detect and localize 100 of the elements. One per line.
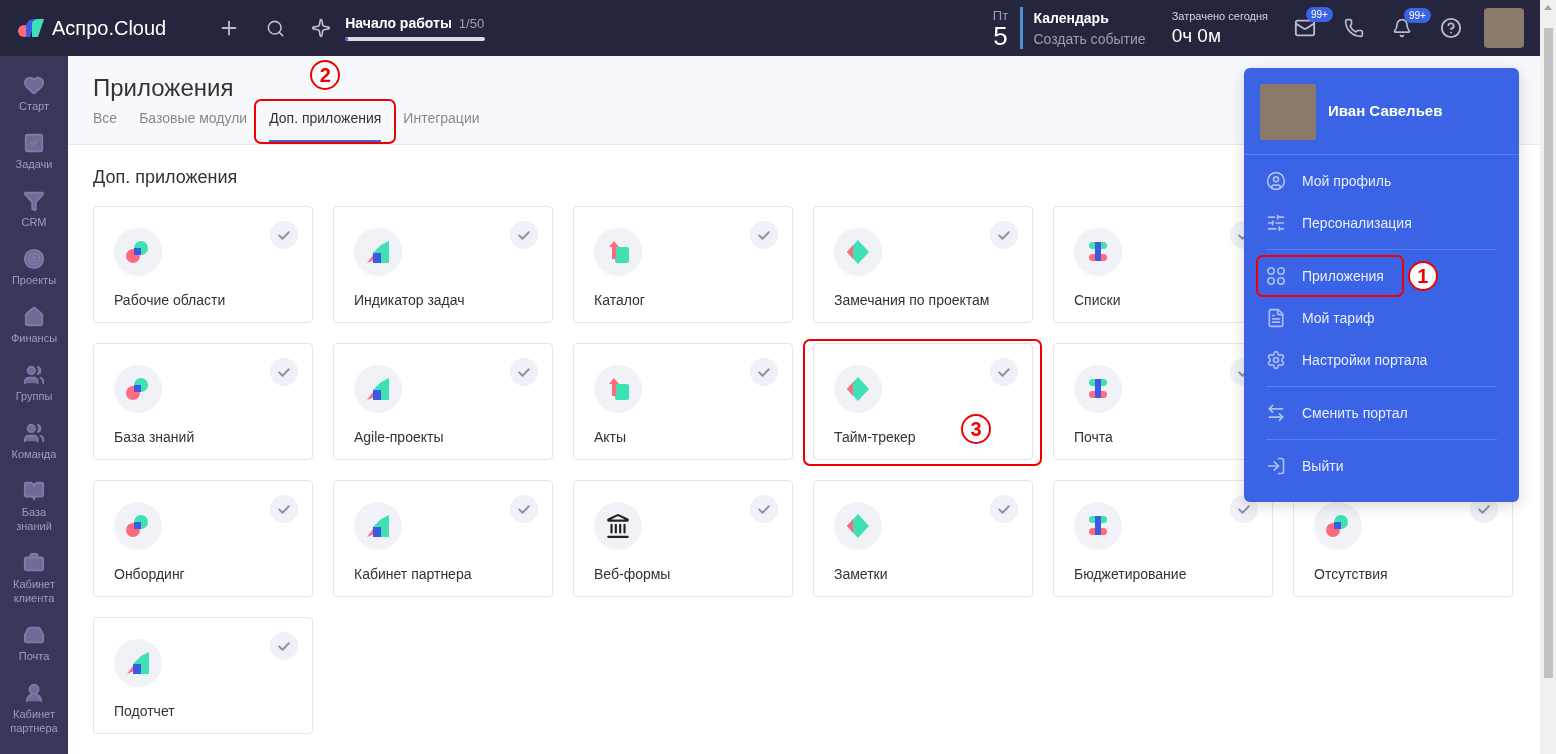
sidebar-item[interactable]: Кабинет партнера [0, 678, 68, 750]
check-icon [278, 641, 290, 651]
app-name: Каталог [594, 292, 646, 308]
app-card[interactable]: Каталог [573, 206, 793, 323]
user-name: Иван Савельев [1328, 102, 1443, 121]
app-card[interactable]: Кабинет партнера [333, 480, 553, 597]
app-card[interactable]: Индикатор задач [333, 206, 553, 323]
count-badge: 99+ [1306, 7, 1333, 22]
phone-icon [1344, 18, 1364, 38]
create-event-link[interactable]: Создать событие [1033, 30, 1146, 47]
document-icon [1266, 308, 1286, 328]
section-title: Доп. приложения [93, 167, 238, 188]
app-icon [365, 239, 391, 265]
calendar-title: Календарь [1033, 9, 1110, 26]
app-card[interactable]: Бюджетирование [1053, 480, 1273, 597]
step-marker: 2 [310, 60, 341, 90]
check-icon [758, 504, 770, 514]
swap-arrows-icon [1266, 403, 1286, 423]
app-name: Веб-формы [594, 566, 672, 582]
sidebar-item[interactable]: База знаний [0, 476, 68, 548]
check-icon [758, 367, 770, 377]
sidebar-item[interactable]: CRM [0, 186, 68, 244]
app-card[interactable]: Веб-формы [573, 480, 793, 597]
app-icon [125, 650, 151, 676]
onboarding-label[interactable]: Начало работы [345, 15, 452, 31]
sidebar-item[interactable]: Группы [0, 360, 68, 418]
briefcase-icon [23, 552, 45, 574]
tab[interactable]: Базовые модули [139, 110, 248, 142]
time-value: 0ч 0м [1171, 24, 1222, 47]
app-card[interactable]: База знаний [93, 343, 313, 460]
checkbox-icon [23, 132, 45, 154]
app-name: Почта [1074, 429, 1114, 445]
tab[interactable]: Все [93, 110, 118, 142]
check-icon [518, 504, 530, 514]
app-name: Онбординг [114, 566, 186, 582]
app-card[interactable]: Подотчет [93, 617, 313, 734]
app-icon [125, 376, 151, 402]
app-card[interactable]: Замечания по проектам [813, 206, 1033, 323]
check-icon [1238, 504, 1250, 514]
sidebar-item[interactable]: Задачи [0, 128, 68, 186]
bell-icon [1392, 18, 1412, 38]
check-icon [278, 367, 290, 377]
tab[interactable]: Доп. приложения [269, 110, 382, 142]
person-icon [23, 682, 45, 704]
app-card[interactable]: Онбординг [93, 480, 313, 597]
grid-icon [1266, 266, 1286, 286]
tab[interactable]: Интеграции [403, 110, 480, 142]
sidebar-item[interactable]: Кабинет клиента [0, 548, 68, 620]
heart-icon [23, 74, 45, 96]
sliders-icon [1266, 213, 1286, 233]
avatar-placeholder [1260, 84, 1316, 140]
app-icon [845, 376, 871, 402]
book-icon [23, 480, 45, 502]
user-icon [1266, 171, 1286, 191]
onboarding-count: 1/50 [458, 16, 485, 31]
app-card[interactable]: Рабочие области [93, 206, 313, 323]
sidebar-item[interactable]: Команда [0, 418, 68, 476]
app-icon [1325, 513, 1351, 539]
app-name: Индикатор задач [354, 292, 466, 308]
app-card[interactable]: Agile-проекты [333, 343, 553, 460]
check-icon [518, 230, 530, 240]
app-name: Акты [594, 429, 628, 445]
search-icon [266, 18, 286, 38]
bell-button[interactable]: 99+ [1388, 6, 1434, 42]
app-icon [125, 513, 151, 539]
menu-item[interactable]: Мой профиль [1266, 165, 1392, 197]
check-icon [998, 504, 1010, 514]
app-name: Рабочие области [114, 292, 227, 308]
app-name: Замечания по проектам [834, 292, 991, 308]
mail-button[interactable]: 99+ [1290, 5, 1338, 43]
settings-icon [1266, 350, 1286, 370]
logo-icon [18, 17, 44, 39]
sidebar-item[interactable]: Старт [0, 70, 68, 128]
app-name: Кабинет партнера [354, 566, 473, 582]
sidebar-item[interactable]: Финансы [0, 302, 68, 360]
sidebar-item[interactable]: Проекты [0, 244, 68, 302]
sidebar-item[interactable]: Почта [0, 620, 68, 678]
count-badge: 99+ [1404, 8, 1431, 23]
app-name: База знаний [114, 429, 196, 445]
app-icon [365, 376, 391, 402]
time-label: Затрачено сегодня [1171, 9, 1268, 22]
people-icon [23, 364, 45, 386]
check-icon [758, 230, 770, 240]
building-icon [605, 513, 631, 539]
app-icon [845, 239, 871, 265]
day-number: 5 [993, 22, 1008, 49]
page-title: Приложения [93, 74, 234, 102]
check-icon [998, 367, 1010, 377]
sparkle-icon [311, 18, 332, 38]
app-name: Agile-проекты [354, 429, 445, 445]
check-icon [998, 230, 1010, 240]
app-icon [125, 239, 151, 265]
check-icon [278, 230, 290, 240]
app-icon [365, 513, 391, 539]
help-icon [1440, 17, 1462, 39]
app-card[interactable]: Заметки [813, 480, 1033, 597]
weekday: Пт [992, 7, 1009, 23]
app-card[interactable]: Акты [573, 343, 793, 460]
app-name: Подотчет [114, 703, 176, 719]
app-name: Отсутствия [1314, 566, 1389, 582]
